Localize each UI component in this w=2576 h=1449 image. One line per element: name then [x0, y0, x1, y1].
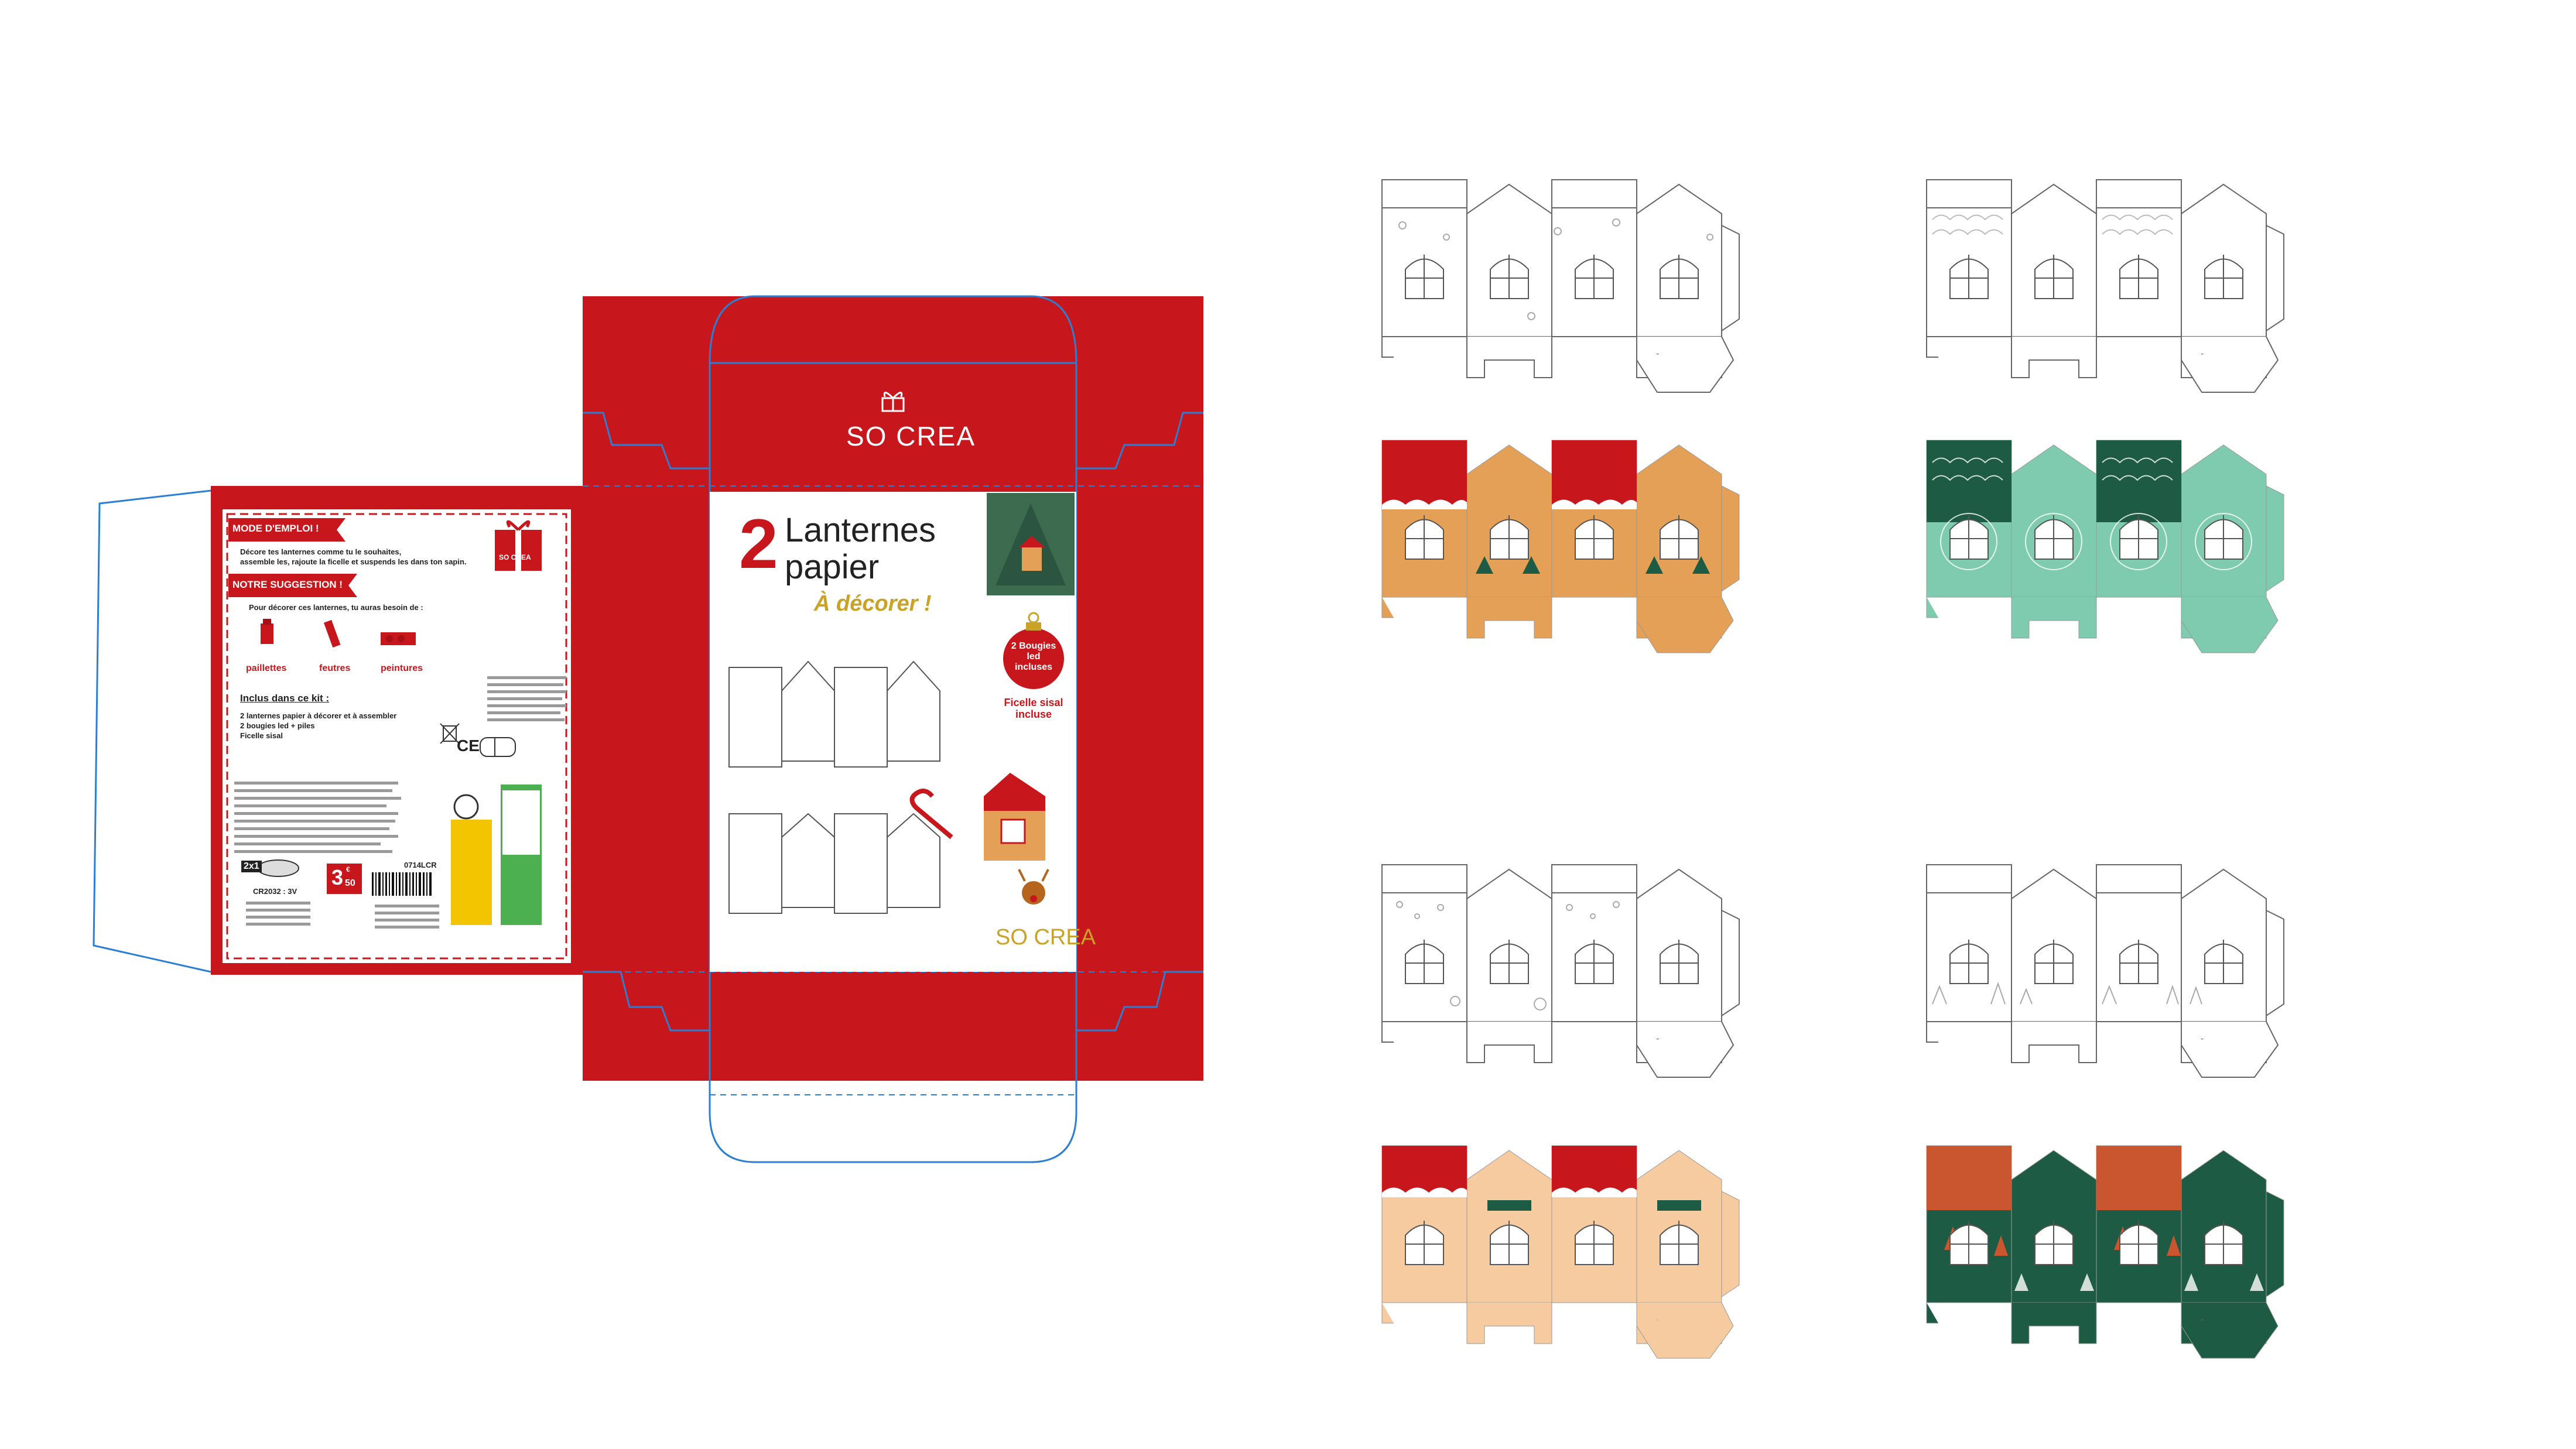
lantern-red-orange [1381, 440, 1740, 653]
lantern-outline-2 [1926, 179, 2284, 393]
lantern-outline-1 [1381, 179, 1740, 393]
lantern-mint-green [1926, 440, 2284, 653]
lantern-outline-3 [1381, 864, 1740, 1078]
lantern-outline-4 [1926, 864, 2284, 1078]
lantern-red-peach [1381, 1145, 1740, 1359]
lantern-green-brick [1926, 1145, 2284, 1359]
